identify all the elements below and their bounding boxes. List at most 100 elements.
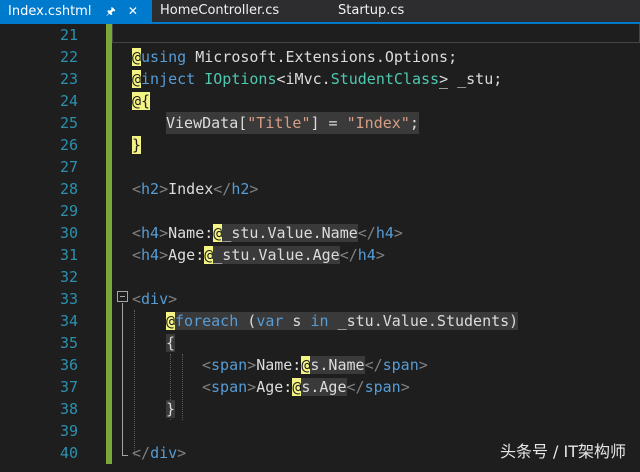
tab-label: Startup.cs [338, 3, 405, 18]
code-brace: { [141, 92, 151, 110]
line-number: 34 [59, 312, 78, 330]
tag-bracket: </ [357, 224, 376, 242]
tab-index-cshtml[interactable]: Index.cshtml 🖈︎ ✕ [0, 0, 152, 22]
close-icon[interactable]: ✕ [128, 0, 138, 22]
pin-icon[interactable]: 🖈︎ [106, 1, 116, 23]
code-line-23: @inject IOptions<iMvc.StudentClass> _stu… [132, 68, 502, 90]
tag-bracket: > [177, 444, 187, 462]
code-line-38: } [166, 398, 176, 420]
line-number: 30 [59, 224, 78, 242]
line-number: 31 [59, 246, 78, 264]
code-brace: } [166, 400, 176, 418]
tag-name: span [211, 378, 248, 396]
tag-bracket: < [202, 356, 212, 374]
razor-at: @ [204, 246, 214, 264]
line-number: 32 [59, 268, 78, 286]
tag-name: span [364, 378, 401, 396]
line-number: 33 [59, 290, 78, 308]
tag-bracket: > [400, 378, 410, 396]
tag-bracket: > [375, 246, 385, 264]
tag-bracket: </ [346, 378, 365, 396]
string-literal: "Title" [247, 114, 311, 132]
razor-at: @ [292, 378, 302, 396]
keyword: inject [141, 70, 196, 88]
code-text: iMvc. [285, 70, 331, 88]
code-text: ( [238, 312, 257, 330]
tab-label: Index.cshtml [8, 4, 92, 19]
code-text: ] = [310, 114, 347, 132]
line-number: 21 [59, 26, 78, 44]
tag-bracket: < [132, 180, 142, 198]
code-brace: } [132, 136, 142, 154]
tag-bracket: </ [339, 246, 358, 264]
tag-bracket: > [159, 224, 169, 242]
line-number: 40 [59, 444, 78, 462]
code-text: Microsoft.Extensions.Options; [186, 48, 458, 66]
code-line-24: @{ [132, 90, 151, 112]
tag-bracket: </ [364, 356, 383, 374]
line-number: 28 [59, 180, 78, 198]
code-line-37: <span>Age:@s.Age</span> [202, 376, 410, 398]
code-line-31: <h4>Age:@_stu.Value.Age</h4> [132, 244, 385, 266]
collapse-icon[interactable] [117, 291, 128, 302]
tag-name: h4 [375, 224, 394, 242]
tag-bracket: </ [213, 180, 232, 198]
code-text: s [283, 312, 311, 330]
code-line-36: <span>Name:@s.Name</span> [202, 354, 428, 376]
code-text: Age: [256, 378, 293, 396]
code-line-22: @using Microsoft.Extensions.Options; [132, 46, 457, 68]
tab-homecontroller-cs[interactable]: HomeController.cs [152, 0, 332, 22]
tag-bracket: > [168, 290, 178, 308]
type-name: StudentClass [330, 70, 440, 88]
line-number: 22 [59, 48, 78, 66]
code-text: < [276, 70, 286, 88]
fold-region-line [122, 303, 123, 455]
line-number: 38 [59, 400, 78, 418]
tag-name: h4 [357, 246, 376, 264]
code-text: _stu; [448, 70, 503, 88]
tag-bracket: > [247, 378, 257, 396]
tag-bracket: < [132, 290, 142, 308]
code-line-35: { [166, 332, 176, 354]
string-literal: "Index" [346, 114, 410, 132]
code-line-28: <h2>Index</h2> [132, 178, 258, 200]
tag-bracket: > [393, 224, 403, 242]
code-editor[interactable]: 21 22 23 24 25 26 27 28 29 30 31 32 33 3… [0, 24, 640, 472]
fold-region-end [122, 455, 128, 456]
razor-at: @ [166, 312, 176, 330]
razor-expression: _stu.Value.Age [213, 246, 340, 264]
razor-at: @ [132, 70, 142, 88]
tag-name: h4 [141, 224, 160, 242]
tag-name: span [211, 356, 248, 374]
code-text: _stu.Value.Students) [328, 312, 519, 330]
code-text: ; [409, 114, 419, 132]
tag-bracket: < [132, 246, 142, 264]
indent-guide [182, 354, 183, 420]
razor-at: @ [213, 224, 223, 242]
tag-name: h4 [141, 246, 160, 264]
code-brace: { [166, 334, 176, 352]
tab-label: HomeController.cs [160, 3, 280, 18]
line-number: 29 [59, 202, 78, 220]
tag-bracket: > [247, 356, 257, 374]
tag-bracket: </ [132, 444, 151, 462]
tag-bracket: > [249, 180, 259, 198]
razor-at: @ [132, 48, 142, 66]
watermark: 头条号 / IT架构师 [499, 442, 626, 461]
razor-expression: _stu.Value.Name [222, 224, 358, 242]
code-text: ViewData[ [166, 114, 248, 132]
tag-bracket: > [418, 356, 428, 374]
code-line-25: ViewData["Title"] = "Index"; [166, 112, 419, 134]
code-line-34: @foreach (var s in _stu.Value.Students) [166, 310, 519, 332]
code-text: Name: [168, 224, 214, 242]
code-line-33: <div> [132, 288, 177, 310]
tab-startup-cs[interactable]: Startup.cs [332, 0, 452, 22]
tag-name: div [141, 290, 169, 308]
line-number: 25 [59, 114, 78, 132]
line-number: 26 [59, 136, 78, 154]
code-text: Name: [256, 356, 302, 374]
tag-bracket: > [159, 180, 169, 198]
line-number: 27 [59, 158, 78, 176]
keyword: var [256, 312, 284, 330]
razor-at: @ [132, 92, 142, 110]
